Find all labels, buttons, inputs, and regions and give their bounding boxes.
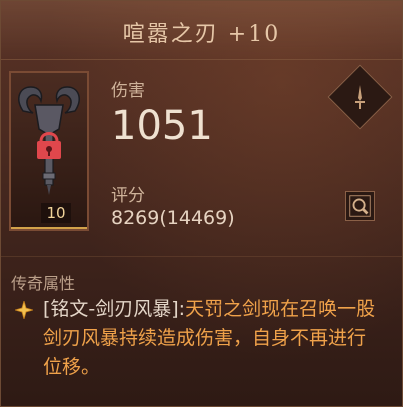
item-tooltip: 喧嚣之刃 +10 10 伤害 1051 评分 8269(14469) 传奇属性 …: [0, 0, 403, 407]
sword-icon: [355, 85, 365, 109]
star-diamond-icon: [15, 301, 33, 319]
legendary-affix: [铭文-剑刃风暴]:天罚之剑现在召唤一股剑刃风暴持续造成伤害，自身不再进行位移。: [43, 295, 383, 382]
compare-magnifier-icon: [349, 195, 371, 217]
title-bar: 喧嚣之刃 +10: [1, 1, 402, 60]
section-divider: [1, 256, 402, 257]
compare-button[interactable]: [345, 191, 375, 221]
affix-name: [铭文-剑刃风暴]:: [43, 298, 186, 320]
damage-label: 伤害: [111, 81, 145, 101]
item-icon-frame[interactable]: 10: [9, 71, 89, 231]
score-value: 8269(14469): [111, 207, 235, 229]
legendary-section-title: 传奇属性: [11, 274, 76, 293]
item-level: 10: [41, 203, 71, 223]
horned-key-icon: [18, 86, 80, 195]
item-level-bar: [11, 227, 87, 229]
damage-value: 1051: [111, 103, 213, 149]
score-label: 评分: [111, 186, 145, 206]
item-title: 喧嚣之刃 +10: [122, 22, 281, 47]
